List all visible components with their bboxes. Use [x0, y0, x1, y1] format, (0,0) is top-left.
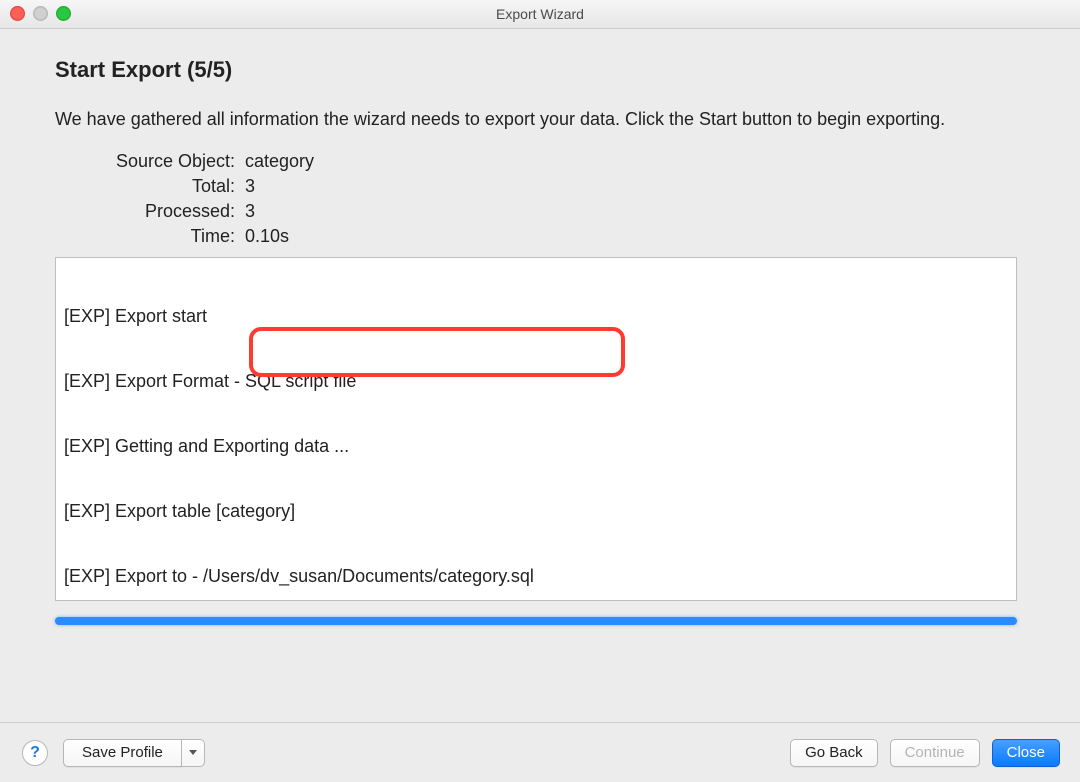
summary-processed-label: Processed: [70, 201, 235, 222]
close-button[interactable]: Close [992, 739, 1060, 767]
wizard-content: Start Export (5/5) We have gathered all … [0, 29, 1080, 625]
summary-time-label: Time: [70, 226, 235, 247]
save-profile-dropdown[interactable] [182, 739, 205, 767]
go-back-label: Go Back [805, 744, 863, 761]
log-line: [EXP] Getting and Exporting data ... [64, 436, 1008, 458]
export-log[interactable]: [EXP] Export start [EXP] Export Format -… [55, 257, 1017, 601]
title-bar: Export Wizard [0, 0, 1080, 29]
maximize-window-icon[interactable] [56, 6, 71, 21]
export-summary: Source Object: category Total: 3 Process… [70, 151, 1025, 247]
summary-processed-value: 3 [245, 201, 1025, 222]
save-profile-button[interactable]: Save Profile [63, 739, 182, 767]
chevron-down-icon [189, 750, 197, 755]
page-heading: Start Export (5/5) [55, 57, 1025, 83]
minimize-window-icon [33, 6, 48, 21]
wizard-footer: ? Save Profile Go Back Continue Close [0, 722, 1080, 782]
help-icon: ? [30, 744, 40, 762]
summary-time-value: 0.10s [245, 226, 1025, 247]
log-line: [EXP] Export table [category] [64, 501, 1008, 523]
window-title: Export Wizard [496, 6, 584, 22]
summary-total-value: 3 [245, 176, 1025, 197]
close-window-icon[interactable] [10, 6, 25, 21]
log-line: [EXP] Export Format - SQL script file [64, 371, 1008, 393]
traffic-lights [10, 6, 71, 21]
save-profile-label: Save Profile [82, 744, 163, 761]
log-line: [EXP] Export start [64, 306, 1008, 328]
continue-button: Continue [890, 739, 980, 767]
progress-bar [55, 617, 1017, 625]
summary-source-value: category [245, 151, 1025, 172]
close-label: Close [1007, 744, 1045, 761]
summary-source-label: Source Object: [70, 151, 235, 172]
page-description: We have gathered all information the wiz… [55, 107, 995, 131]
summary-total-label: Total: [70, 176, 235, 197]
log-line: [EXP] Export to - /Users/dv_susan/Docume… [64, 566, 1008, 588]
go-back-button[interactable]: Go Back [790, 739, 878, 767]
help-button[interactable]: ? [22, 740, 48, 766]
continue-label: Continue [905, 744, 965, 761]
